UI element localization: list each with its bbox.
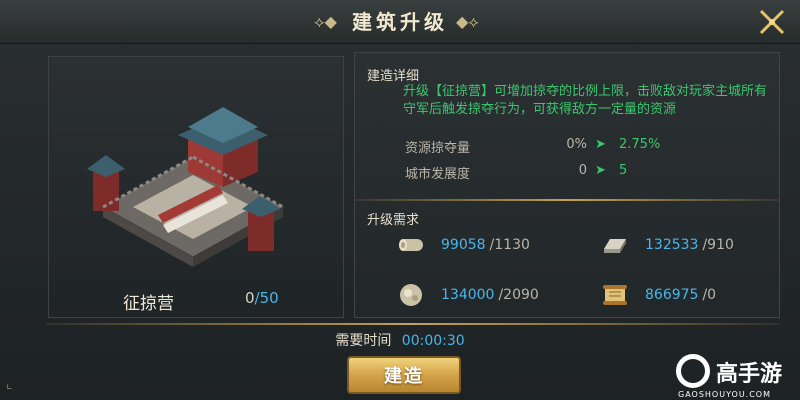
title-bar: ⟡◆ 建筑升级 ◆⟡ <box>0 0 800 44</box>
requirement-item: 99058 /1130 <box>395 229 530 261</box>
wood-icon <box>395 231 427 259</box>
building-preview-panel: 征掠营 0/50 <box>48 56 344 318</box>
build-time-row: 需要时间 00:00:30 <box>0 330 800 350</box>
requirement-need: /910 <box>702 237 734 253</box>
building-illustration-icon <box>87 107 285 267</box>
requirement-have: 132533 <box>645 237 699 253</box>
section-divider <box>355 199 779 201</box>
stone-icon <box>395 281 427 309</box>
watermark-g-icon <box>676 354 710 388</box>
footer-divider <box>46 323 780 325</box>
stat-to-development: 5 <box>619 163 628 178</box>
requirement-have: 134000 <box>441 287 495 303</box>
corner-ornament-icon: ⌞ <box>6 376 13 392</box>
requirement-need: /2090 <box>498 287 539 303</box>
details-panel: 建造详细 升级【征掠营】可增加掠夺的比例上限，击败敌对玩家主城所有守军后触发掠夺… <box>354 52 780 318</box>
iron-ingot-icon <box>599 231 631 259</box>
watermark-brand: 高手游 <box>716 362 783 387</box>
arrow-right-icon: ➤ <box>595 163 606 178</box>
build-time-label: 需要时间 <box>335 333 392 349</box>
stat-label-plunder: 资源掠夺量 <box>405 141 471 156</box>
scroll-icon <box>599 281 631 309</box>
requirements-heading: 升级需求 <box>367 213 420 228</box>
title-ornament-right-icon: ◆⟡ <box>456 12 479 31</box>
watermark-domain: GAOSHOUYOU.COM <box>678 390 772 399</box>
build-button[interactable]: 建造 <box>347 356 461 394</box>
requirement-have: 99058 <box>441 237 486 253</box>
requirement-need: /1130 <box>489 237 530 253</box>
arrow-right-icon: ➤ <box>595 137 606 152</box>
requirement-item: 134000 /2090 <box>395 279 539 311</box>
close-icon <box>759 9 785 35</box>
stat-from-plunder: 0% <box>566 137 587 152</box>
requirement-item: 132533 /910 <box>599 229 734 261</box>
stat-to-plunder: 2.75% <box>619 137 661 152</box>
build-time-value: 00:00:30 <box>401 333 465 349</box>
requirement-have: 866975 <box>645 287 699 303</box>
building-upgrade-window: ⟡◆ 建筑升级 ◆⟡ 征掠营 0/50 建造详细 升级【征掠营】可增加掠夺的比例… <box>0 0 800 400</box>
building-count-current: 0 <box>245 289 255 307</box>
requirement-need: /0 <box>702 287 717 303</box>
watermark-logo: 高手游 GAOSHOUYOU.COM <box>676 350 800 400</box>
building-description: 升级【征掠营】可增加掠夺的比例上限，击败敌对玩家主城所有守军后触发掠夺行为，可获… <box>403 84 768 117</box>
stat-from-development: 0 <box>578 163 587 178</box>
requirement-item: 866975 /0 <box>599 279 716 311</box>
window-title: 建筑升级 <box>352 10 448 34</box>
building-count-max: /50 <box>254 289 279 307</box>
building-name: 征掠营 <box>123 294 174 314</box>
stat-label-development: 城市发展度 <box>405 167 471 182</box>
building-count: 0/50 <box>245 289 279 307</box>
close-button[interactable] <box>754 4 790 40</box>
details-heading: 建造详细 <box>367 69 420 84</box>
